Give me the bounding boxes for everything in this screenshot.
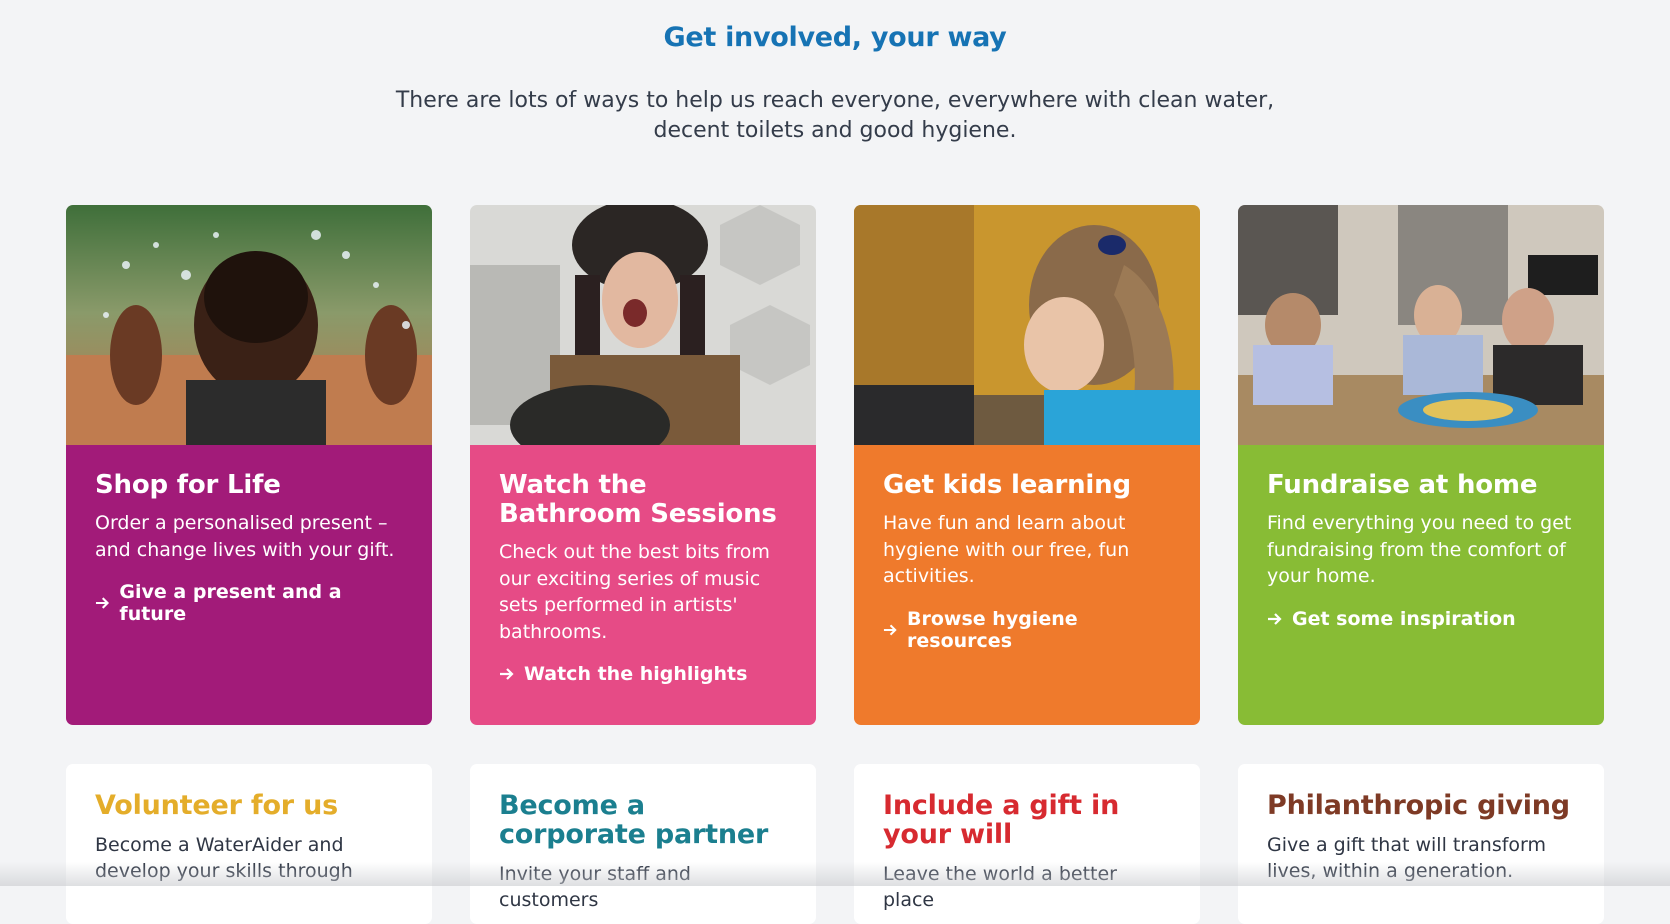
card-description: Find everything you need to get fundrais… (1267, 512, 1572, 587)
card-title: Philanthropic giving (1267, 790, 1570, 821)
link-label: Give a present and a future (119, 581, 342, 625)
card-gift-in-will[interactable]: Include a gift in your will Leave the wo… (854, 764, 1200, 924)
singer-with-guitar-photo (470, 205, 816, 445)
browse-hygiene-resources-link[interactable]: Browse hygiene resources (883, 608, 1172, 652)
card-description: Order a personalised present – and chang… (95, 512, 395, 561)
arrow-right-icon (883, 624, 897, 635)
card-description: Check out the best bits from our excitin… (499, 541, 770, 643)
card-title: Watch the Bathroom Sessions (499, 470, 777, 529)
link-label: Get some inspiration (1292, 607, 1516, 630)
card-bathroom-sessions[interactable]: Watch the Bathroom Sessions Check out th… (470, 205, 816, 725)
bottom-fade (0, 862, 1670, 886)
card-title: Become a corporate partner (499, 790, 769, 850)
link-label: Browse hygiene resources (907, 607, 1078, 652)
card-title: Volunteer for us (95, 790, 339, 821)
card-title: Get kids learning (883, 470, 1131, 500)
card-philanthropic-giving[interactable]: Philanthropic giving Give a gift that wi… (1238, 764, 1604, 924)
section-title: Get involved, your way (663, 22, 1007, 53)
card-fundraise-at-home[interactable]: Fundraise at home Find everything you ne… (1238, 205, 1604, 725)
card-shop-for-life[interactable]: Shop for Life Order a personalised prese… (66, 205, 432, 725)
people-playing-board-game-photo (1238, 205, 1604, 445)
card-kids-learning[interactable]: Get kids learning Have fun and learn abo… (854, 205, 1200, 725)
arrow-right-icon (500, 668, 514, 680)
watch-highlights-link[interactable]: Watch the highlights (499, 663, 788, 685)
card-title: Shop for Life (95, 470, 281, 500)
card-title: Fundraise at home (1267, 470, 1538, 500)
card-corporate-partner[interactable]: Become a corporate partner Invite your s… (470, 764, 816, 924)
section-intro: There are lots of ways to help us reach … (395, 88, 1275, 143)
arrow-right-icon (95, 597, 110, 609)
card-volunteer[interactable]: Volunteer for us Become a WaterAider and… (66, 764, 432, 924)
girl-at-laptop-photo (854, 205, 1200, 445)
get-inspiration-link[interactable]: Get some inspiration (1267, 608, 1576, 630)
card-description: Have fun and learn about hygiene with ou… (883, 512, 1130, 587)
link-label: Watch the highlights (524, 663, 748, 685)
child-splashing-water-photo (66, 205, 432, 445)
arrow-right-icon (1268, 612, 1282, 625)
give-present-link[interactable]: Give a present and a future (95, 581, 404, 625)
card-title: Include a gift in your will (883, 790, 1120, 850)
